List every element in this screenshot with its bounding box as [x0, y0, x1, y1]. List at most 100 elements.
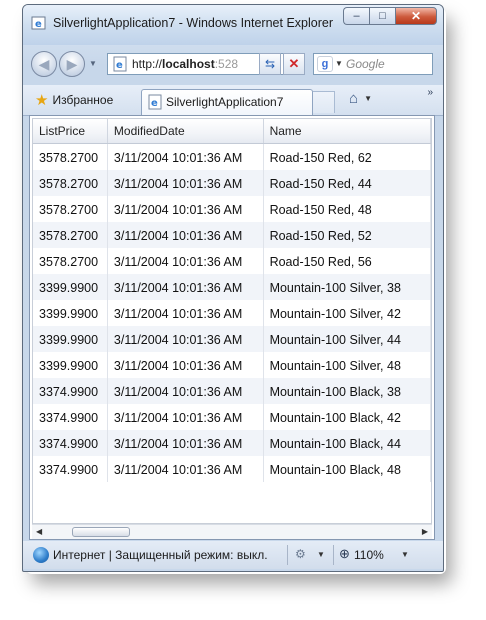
search-box[interactable]: g ▼ Google	[313, 53, 433, 75]
cell-listprice: 3578.2700	[33, 144, 108, 170]
more-commands-icon[interactable]: »	[427, 87, 432, 98]
home-button[interactable]: ⌂ ▼	[349, 90, 372, 107]
search-input[interactable]: Google	[346, 57, 385, 71]
cell-modifieddate: 3/11/2004 10:01:36 AM	[108, 170, 264, 196]
home-dropdown-icon[interactable]: ▼	[364, 94, 372, 103]
cell-modifieddate: 3/11/2004 10:01:36 AM	[108, 222, 264, 248]
cell-listprice: 3578.2700	[33, 196, 108, 222]
zoom-dropdown-icon[interactable]: ▼	[401, 550, 409, 559]
status-zone-text: Интернет | Защищенный режим: выкл.	[53, 548, 268, 562]
favorites-button[interactable]: ★ Избранное	[35, 91, 113, 109]
table-row[interactable]: 3374.9900 3/11/2004 10:01:36 AM Mountain…	[33, 430, 431, 456]
cell-name: Mountain-100 Black, 44	[264, 430, 431, 456]
star-icon: ★	[35, 92, 49, 109]
globe-icon	[33, 547, 49, 563]
data-grid[interactable]: ListPrice ModifiedDate Name 3578.2700 3/…	[32, 118, 432, 524]
address-prefix: http://	[132, 57, 163, 71]
security-dropdown-icon[interactable]: ▼	[317, 550, 325, 559]
horizontal-scrollbar[interactable]: ◀ ▶	[32, 524, 432, 539]
zoom-level[interactable]: 110%	[354, 548, 384, 562]
tab-silverlightapplication7[interactable]: e SilverlightApplication7	[141, 89, 313, 115]
search-provider-dropdown-icon[interactable]: ▼	[335, 59, 343, 68]
forward-button[interactable]: ▶	[59, 51, 85, 77]
cell-modifieddate: 3/11/2004 10:01:36 AM	[108, 274, 264, 300]
cell-modifieddate: 3/11/2004 10:01:36 AM	[108, 248, 264, 274]
cell-name: Road-150 Red, 62	[264, 144, 431, 170]
svg-text:e: e	[151, 98, 158, 109]
table-row[interactable]: 3399.9900 3/11/2004 10:01:36 AM Mountain…	[33, 300, 431, 326]
cell-modifieddate: 3/11/2004 10:01:36 AM	[108, 326, 264, 352]
table-row[interactable]: 3578.2700 3/11/2004 10:01:36 AM Road-150…	[33, 144, 431, 170]
scrollbar-thumb[interactable]	[72, 527, 130, 537]
status-separator	[287, 545, 288, 565]
cell-modifieddate: 3/11/2004 10:01:36 AM	[108, 378, 264, 404]
scroll-right-icon[interactable]: ▶	[422, 527, 428, 536]
tab-label: SilverlightApplication7	[166, 95, 284, 109]
cell-modifieddate: 3/11/2004 10:01:36 AM	[108, 456, 264, 482]
cell-modifieddate: 3/11/2004 10:01:36 AM	[108, 196, 264, 222]
table-row[interactable]: 3578.2700 3/11/2004 10:01:36 AM Road-150…	[33, 222, 431, 248]
grid-header: ListPrice ModifiedDate Name	[33, 119, 431, 144]
ie-app-icon: e	[31, 15, 47, 31]
browser-window: e SilverlightApplication7 - Windows Inte…	[22, 4, 444, 572]
column-header-name[interactable]: Name	[264, 119, 431, 143]
close-button[interactable]: ✕	[395, 7, 437, 25]
refresh-button[interactable]: ⇆	[259, 53, 281, 75]
table-row[interactable]: 3399.9900 3/11/2004 10:01:36 AM Mountain…	[33, 352, 431, 378]
cell-listprice: 3578.2700	[33, 222, 108, 248]
tab-bar: ★ Избранное e SilverlightApplication7 ⌂ …	[23, 85, 443, 116]
cell-name: Mountain-100 Black, 42	[264, 404, 431, 430]
status-bar: Интернет | Защищенный режим: выкл. ⚙ ▼ ⊕…	[23, 541, 443, 569]
grid-body: 3578.2700 3/11/2004 10:01:36 AM Road-150…	[33, 144, 431, 482]
column-header-listprice[interactable]: ListPrice	[33, 119, 108, 143]
table-row[interactable]: 3399.9900 3/11/2004 10:01:36 AM Mountain…	[33, 326, 431, 352]
new-tab-button[interactable]	[313, 91, 335, 113]
table-row[interactable]: 3578.2700 3/11/2004 10:01:36 AM Road-150…	[33, 196, 431, 222]
table-row[interactable]: 3399.9900 3/11/2004 10:01:36 AM Mountain…	[33, 274, 431, 300]
minimize-button[interactable]: –	[343, 7, 369, 25]
refresh-icon: ⇆	[264, 57, 276, 71]
svg-text:e: e	[116, 60, 123, 71]
title-bar[interactable]: e SilverlightApplication7 - Windows Inte…	[23, 5, 443, 45]
favorites-label: Избранное	[52, 93, 114, 107]
table-row[interactable]: 3374.9900 3/11/2004 10:01:36 AM Mountain…	[33, 378, 431, 404]
cell-listprice: 3374.9900	[33, 378, 108, 404]
address-rest: :528	[214, 57, 239, 71]
address-url[interactable]: http://localhost:528	[132, 57, 256, 71]
table-row[interactable]: 3578.2700 3/11/2004 10:01:36 AM Road-150…	[33, 248, 431, 274]
home-icon: ⌂	[349, 90, 359, 107]
cell-listprice: 3374.9900	[33, 456, 108, 482]
window-title: SilverlightApplication7 - Windows Intern…	[53, 16, 333, 30]
maximize-button[interactable]: □	[369, 7, 395, 25]
cell-listprice: 3578.2700	[33, 248, 108, 274]
cell-listprice: 3399.9900	[33, 352, 108, 378]
table-row[interactable]: 3578.2700 3/11/2004 10:01:36 AM Road-150…	[33, 170, 431, 196]
stop-icon: ✕	[288, 56, 300, 71]
cell-listprice: 3399.9900	[33, 300, 108, 326]
scroll-left-icon[interactable]: ◀	[36, 527, 42, 536]
svg-text:e: e	[35, 19, 42, 30]
table-row[interactable]: 3374.9900 3/11/2004 10:01:36 AM Mountain…	[33, 456, 431, 482]
stop-button[interactable]: ✕	[283, 53, 305, 75]
page-content: ListPrice ModifiedDate Name 3578.2700 3/…	[29, 115, 435, 540]
address-host: localhost	[162, 57, 215, 71]
cell-modifieddate: 3/11/2004 10:01:36 AM	[108, 352, 264, 378]
navigation-bar: ◀ ▶ ▼ e http://localhost:528 ▼ ⇆ ✕ g ▼ G…	[23, 45, 443, 85]
google-icon: g	[317, 56, 333, 72]
cell-listprice: 3399.9900	[33, 326, 108, 352]
cell-name: Mountain-100 Silver, 42	[264, 300, 431, 326]
table-row[interactable]: 3374.9900 3/11/2004 10:01:36 AM Mountain…	[33, 404, 431, 430]
page-icon: e	[112, 56, 128, 72]
cell-name: Mountain-100 Black, 48	[264, 456, 431, 482]
zoom-icon[interactable]: ⊕	[339, 546, 350, 562]
column-header-modifieddate[interactable]: ModifiedDate	[108, 119, 264, 143]
security-icon[interactable]: ⚙	[295, 547, 306, 561]
history-dropdown-icon[interactable]: ▼	[89, 59, 97, 68]
cell-name: Mountain-100 Silver, 44	[264, 326, 431, 352]
cell-modifieddate: 3/11/2004 10:01:36 AM	[108, 144, 264, 170]
cell-name: Road-150 Red, 44	[264, 170, 431, 196]
back-button[interactable]: ◀	[31, 51, 57, 77]
forward-arrow-icon: ▶	[66, 55, 78, 72]
cell-listprice: 3374.9900	[33, 430, 108, 456]
cell-modifieddate: 3/11/2004 10:01:36 AM	[108, 300, 264, 326]
